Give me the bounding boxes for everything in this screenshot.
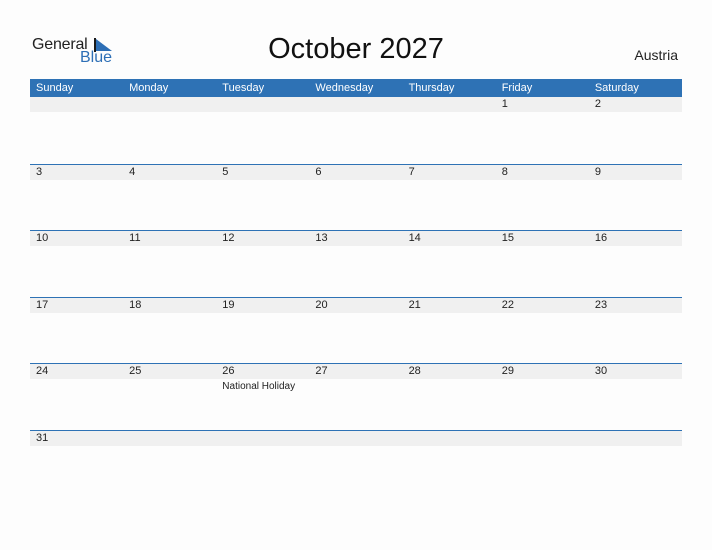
- weekday-friday: Friday: [501, 82, 533, 94]
- day-cell: [403, 431, 496, 497]
- day-number: 2: [594, 98, 601, 110]
- day-cell: [589, 431, 682, 497]
- day-cell: [216, 431, 309, 497]
- week-row: 10 11 12 13 14 15 16: [30, 230, 682, 297]
- day-cell: 16: [589, 231, 682, 297]
- day-cell: 6: [309, 165, 402, 231]
- day-cell: 7: [403, 165, 496, 231]
- day-cell: 20: [309, 298, 402, 364]
- week-row: 12: [30, 97, 682, 164]
- day-cell: 19: [216, 298, 309, 364]
- day-cell: [123, 431, 216, 497]
- day-cell: 8: [496, 165, 589, 231]
- day-number: 27: [315, 365, 328, 378]
- day-cell: [123, 97, 216, 164]
- weekday-thursday: Thursday: [408, 82, 455, 94]
- weeks-container: 1 2 3 4 5 6 7 8 9 10 11 12 13 14 15 16 17 18 19 20 21 22 23 24 2…: [30, 97, 682, 497]
- day-cell: 14: [403, 231, 496, 297]
- day-cell: 25: [123, 364, 216, 430]
- day-cell: 21: [403, 298, 496, 364]
- week-row: 3 4 5 6 7 8 9: [30, 163, 682, 231]
- day-cell: 3: [30, 165, 123, 231]
- day-number: 26: [222, 365, 235, 378]
- day-number: 18: [129, 298, 142, 311]
- day-cell: 11: [123, 231, 216, 297]
- day-cell: 17: [30, 298, 123, 364]
- day-number: 17: [36, 298, 49, 311]
- weekday-tuesday: Tuesday: [222, 82, 265, 94]
- day-cell: 2: [589, 97, 682, 164]
- day-cell: [30, 97, 123, 164]
- day-cell: [309, 97, 402, 164]
- day-number: 15: [501, 232, 514, 245]
- day-number: 14: [408, 232, 421, 245]
- day-cell: 5: [216, 165, 309, 231]
- day-cell: 27: [309, 364, 402, 430]
- holiday-label: National Holiday: [222, 381, 296, 393]
- day-cell: 9: [589, 165, 682, 231]
- day-number: 21: [408, 298, 421, 311]
- day-number: 16: [594, 232, 608, 245]
- weekday-sunday: Sunday: [36, 82, 74, 94]
- calendar-grid: Sunday Monday Tuesday Wednesday Thursday Frid…: [30, 79, 682, 497]
- day-number: 11: [129, 232, 141, 245]
- weekday-wednesday: Wednesday: [315, 82, 374, 94]
- day-cell: 1: [496, 97, 589, 164]
- day-cell: 29: [496, 364, 589, 430]
- day-cell: [403, 97, 496, 164]
- day-number: 25: [129, 365, 142, 378]
- week-row: 31: [30, 429, 682, 497]
- day-number: 13: [315, 232, 328, 245]
- day-number: 6: [315, 165, 322, 178]
- day-number: 4: [129, 165, 136, 178]
- day-cell: 28: [403, 364, 496, 430]
- day-number: 29: [501, 365, 514, 378]
- day-number: 8: [501, 165, 508, 178]
- weekday-monday: Monday: [129, 82, 169, 94]
- weekday-saturday: Saturday: [594, 82, 639, 94]
- day-cell: [216, 97, 309, 164]
- day-number: 12: [222, 232, 235, 245]
- day-number: 3: [36, 165, 43, 178]
- country-label: Austria: [634, 47, 678, 63]
- day-cell: 12: [216, 231, 309, 297]
- day-cell: [309, 431, 402, 497]
- week-row: 17 18 19 20 21 22 23: [30, 296, 682, 364]
- day-number: 24: [36, 365, 49, 378]
- day-cell: 18: [123, 298, 216, 364]
- day-cell: 4: [123, 165, 216, 231]
- day-number: 22: [501, 298, 514, 311]
- day-cell: 10: [30, 231, 123, 297]
- day-number: 10: [36, 232, 49, 245]
- day-cell: 24: [30, 364, 123, 430]
- day-number: 1: [501, 98, 508, 110]
- day-cell: 26 National Holiday: [216, 364, 309, 430]
- day-cell: 13: [309, 231, 402, 297]
- weekday-header: Sunday Monday Tuesday Wednesday Thursday Frid…: [30, 79, 682, 97]
- day-number: 28: [408, 365, 421, 378]
- day-cell: 30: [589, 364, 682, 430]
- day-cell: [496, 431, 589, 497]
- day-number: 9: [594, 165, 601, 178]
- day-number: 30: [594, 365, 608, 378]
- week-row: 24 25 26 National Holiday 27 28 29 30: [30, 363, 682, 430]
- day-number: 23: [594, 298, 608, 311]
- day-number: 7: [408, 165, 415, 178]
- day-number: 31: [36, 431, 49, 444]
- day-cell: 23: [589, 298, 682, 364]
- day-number: 5: [222, 165, 229, 178]
- day-cell: 22: [496, 298, 589, 364]
- day-number: 20: [315, 298, 328, 311]
- day-cell: 31: [30, 431, 123, 497]
- day-cell: 15: [496, 231, 589, 297]
- calendar-title: October 2027: [268, 33, 444, 65]
- day-number: 19: [222, 298, 235, 311]
